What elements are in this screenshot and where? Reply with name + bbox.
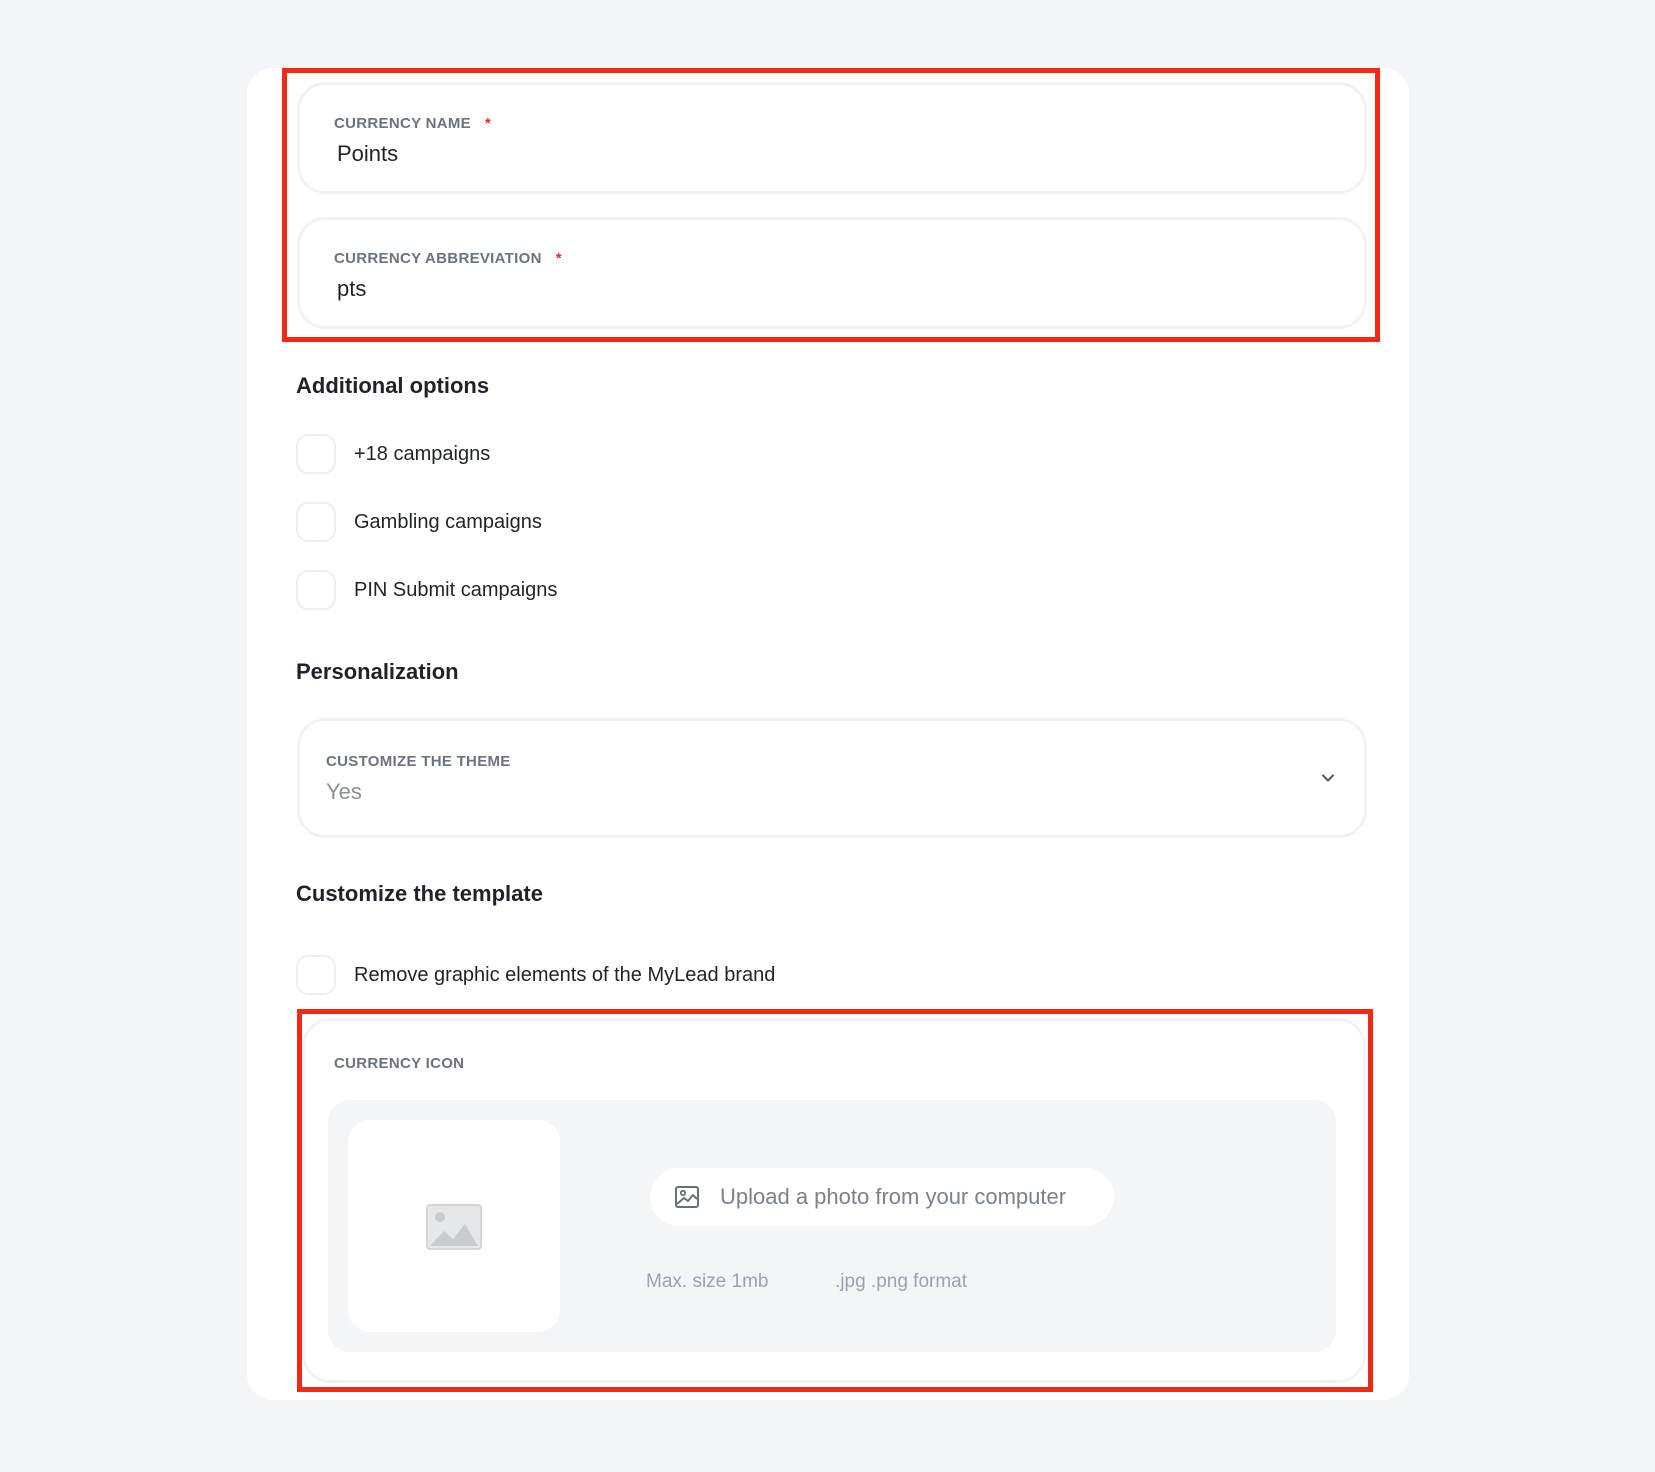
remove-branding-option[interactable]: Remove graphic elements of the MyLead br… <box>296 955 775 995</box>
theme-select-value: Yes <box>326 779 362 804</box>
chevron-down-icon[interactable] <box>1319 769 1337 787</box>
option-label: +18 campaigns <box>354 442 491 465</box>
option-label: Gambling campaigns <box>354 510 542 533</box>
additional-options-title: Additional options <box>296 373 490 398</box>
checkbox[interactable] <box>296 502 336 542</box>
option-label: PIN Submit campaigns <box>354 578 558 601</box>
theme-select[interactable]: CUSTOMIZE THE THEME Yes <box>297 718 1367 838</box>
checkbox[interactable] <box>296 570 336 610</box>
theme-select-label: CUSTOMIZE THE THEME <box>326 753 511 770</box>
highlight-box-currency-fields <box>282 68 1380 342</box>
checkbox[interactable] <box>296 955 336 995</box>
customize-template-title: Customize the template <box>296 881 543 906</box>
checkbox[interactable] <box>296 434 336 474</box>
personalization-title: Personalization <box>296 659 459 684</box>
option-18-campaigns[interactable]: +18 campaigns <box>296 434 490 474</box>
option-label: Remove graphic elements of the MyLead br… <box>354 963 776 986</box>
option-pin-submit-campaigns[interactable]: PIN Submit campaigns <box>296 570 557 610</box>
option-gambling-campaigns[interactable]: Gambling campaigns <box>296 502 542 542</box>
highlight-box-currency-icon <box>297 1009 1373 1392</box>
